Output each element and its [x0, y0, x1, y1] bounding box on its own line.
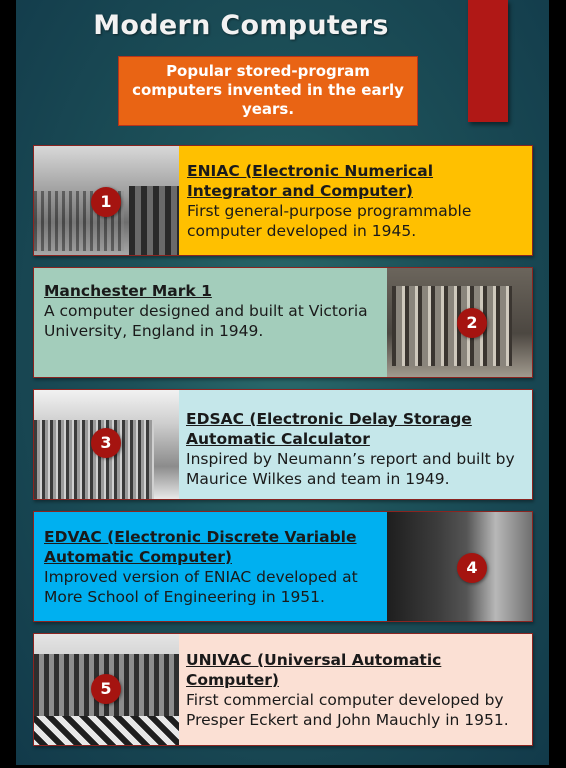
card-description: First commercial computer developed by P… — [186, 690, 509, 729]
card-heading: UNIVAC (Universal Automatic Computer) — [186, 650, 442, 689]
number-badge: 5 — [91, 674, 121, 704]
card-text: Manchester Mark 1 A computer designed an… — [44, 268, 374, 377]
card-heading: Manchester Mark 1 — [44, 282, 212, 300]
slide: Modern Computers Popular stored-program … — [16, 0, 549, 765]
card-description: A computer designed and built at Victori… — [44, 302, 368, 340]
number-badge: 3 — [91, 428, 121, 458]
card-heading: EDVAC (Electronic Discrete Variable Auto… — [44, 527, 357, 566]
accent-bar — [468, 0, 508, 122]
card-univac: 5 UNIVAC (Universal Automatic Computer) … — [33, 633, 533, 746]
card-text: EDVAC (Electronic Discrete Variable Auto… — [44, 512, 379, 621]
card-description: First general-purpose programmable compu… — [187, 201, 472, 240]
card-text: ENIAC (Electronic Numerical Integrator a… — [187, 146, 532, 255]
card-eniac: 1 ENIAC (Electronic Numerical Integrator… — [33, 145, 533, 256]
card-edsac: 3 EDSAC (Electronic Delay Storage Automa… — [33, 389, 533, 500]
card-manchester-mark-1: Manchester Mark 1 A computer designed an… — [33, 267, 533, 378]
card-edvac: EDVAC (Electronic Discrete Variable Auto… — [33, 511, 533, 622]
subtitle-box: Popular stored-program computers invente… — [118, 56, 418, 126]
number-badge: 2 — [457, 308, 487, 338]
card-text: UNIVAC (Universal Automatic Computer) Fi… — [186, 634, 532, 745]
card-heading: EDSAC (Electronic Delay Storage Automati… — [186, 409, 472, 448]
card-description: Inspired by Neumann’s report and built b… — [186, 449, 515, 488]
card-description: Improved version of ENIAC developed at M… — [44, 567, 358, 606]
number-badge: 4 — [457, 553, 487, 583]
number-badge: 1 — [91, 187, 121, 217]
page-title: Modern Computers — [93, 10, 389, 41]
card-heading: ENIAC (Electronic Numerical Integrator a… — [187, 161, 434, 200]
card-text: EDSAC (Electronic Delay Storage Automati… — [186, 390, 532, 499]
